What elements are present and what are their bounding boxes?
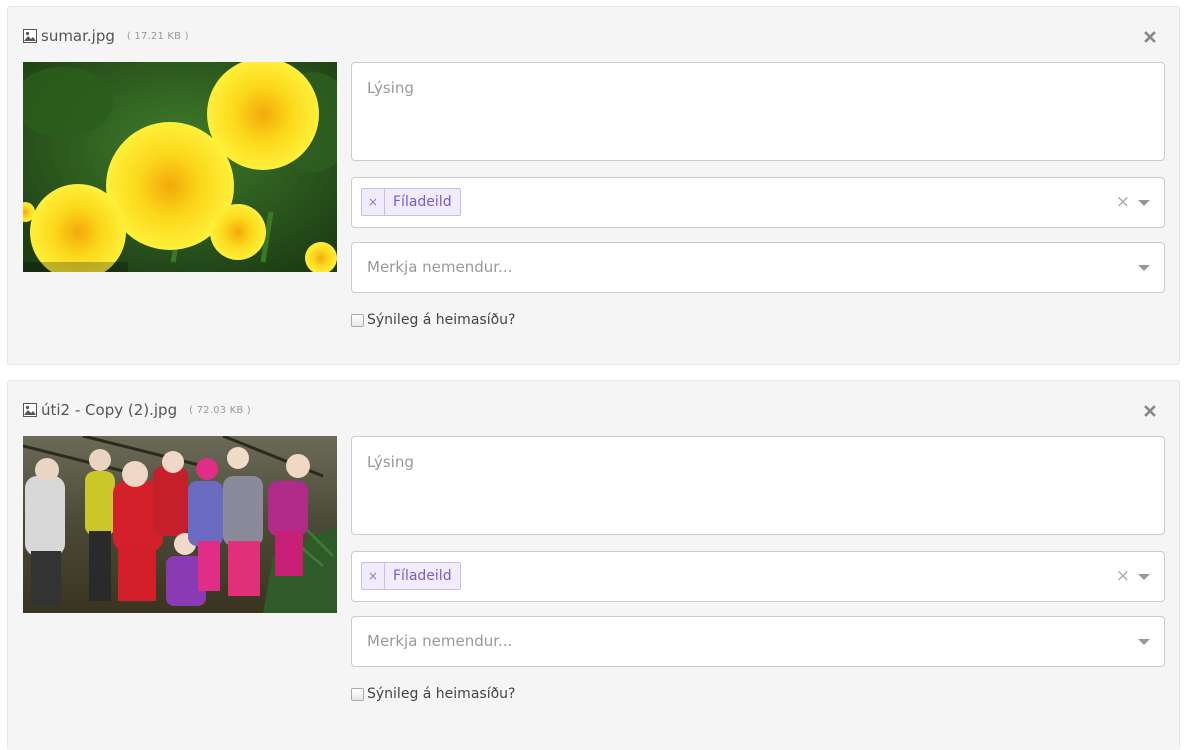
file-header: úti2 - Copy (2).jpg ( 72.03 KB ) [23,401,251,419]
upload-item-2: úti2 - Copy (2).jpg ( 72.03 KB ) Lýsing … [7,380,1180,750]
visible-checkbox[interactable] [351,313,364,327]
tag-label: Fíladeild [393,568,452,584]
department-tag: × Fíladeild [361,562,461,590]
close-icon[interactable] [1143,403,1157,417]
visible-label: Sýnileg á heimasíðu? [367,312,516,328]
clear-selection-button[interactable]: × [1116,193,1130,211]
visible-on-homepage-row: Sýnileg á heimasíðu? [351,312,515,328]
students-placeholder: Merkja nemendur... [367,632,513,650]
clear-selection-button[interactable]: × [1116,567,1130,585]
chevron-down-icon[interactable] [1138,265,1150,271]
photo-thumbnail-children-outdoors [23,436,337,613]
chevron-down-icon[interactable] [1138,639,1150,645]
students-select[interactable]: Merkja nemendur... [351,616,1165,667]
description-placeholder: Lýsing [367,453,414,471]
students-placeholder: Merkja nemendur... [367,258,513,276]
close-icon[interactable] [1143,29,1157,43]
description-textarea[interactable]: Lýsing [351,62,1165,161]
department-select[interactable]: × Fíladeild × [351,177,1165,228]
image-file-icon [23,29,37,43]
students-select[interactable]: Merkja nemendur... [351,242,1165,293]
description-textarea[interactable]: Lýsing [351,436,1165,535]
description-placeholder: Lýsing [367,79,414,97]
tag-label: Fíladeild [393,194,452,210]
chevron-down-icon[interactable] [1138,200,1150,206]
file-name: úti2 - Copy (2).jpg [41,401,178,419]
file-name: sumar.jpg [41,27,115,45]
department-select[interactable]: × Fíladeild × [351,551,1165,602]
tag-remove-button[interactable]: × [362,563,385,589]
visible-on-homepage-row: Sýnileg á heimasíðu? [351,686,515,702]
image-file-icon [23,403,37,417]
file-size: ( 72.03 KB ) [189,404,251,416]
photo-thumbnail-dandelions [23,62,337,272]
chevron-down-icon[interactable] [1138,574,1150,580]
file-header: sumar.jpg ( 17.21 KB ) [23,27,189,45]
visible-checkbox[interactable] [351,687,364,701]
visible-label: Sýnileg á heimasíðu? [367,686,516,702]
file-size: ( 17.21 KB ) [126,30,189,42]
department-tag: × Fíladeild [361,188,461,216]
tag-remove-button[interactable]: × [362,189,385,215]
upload-item-1: sumar.jpg ( 17.21 KB ) Lýsing × Fíladeil… [7,6,1180,365]
